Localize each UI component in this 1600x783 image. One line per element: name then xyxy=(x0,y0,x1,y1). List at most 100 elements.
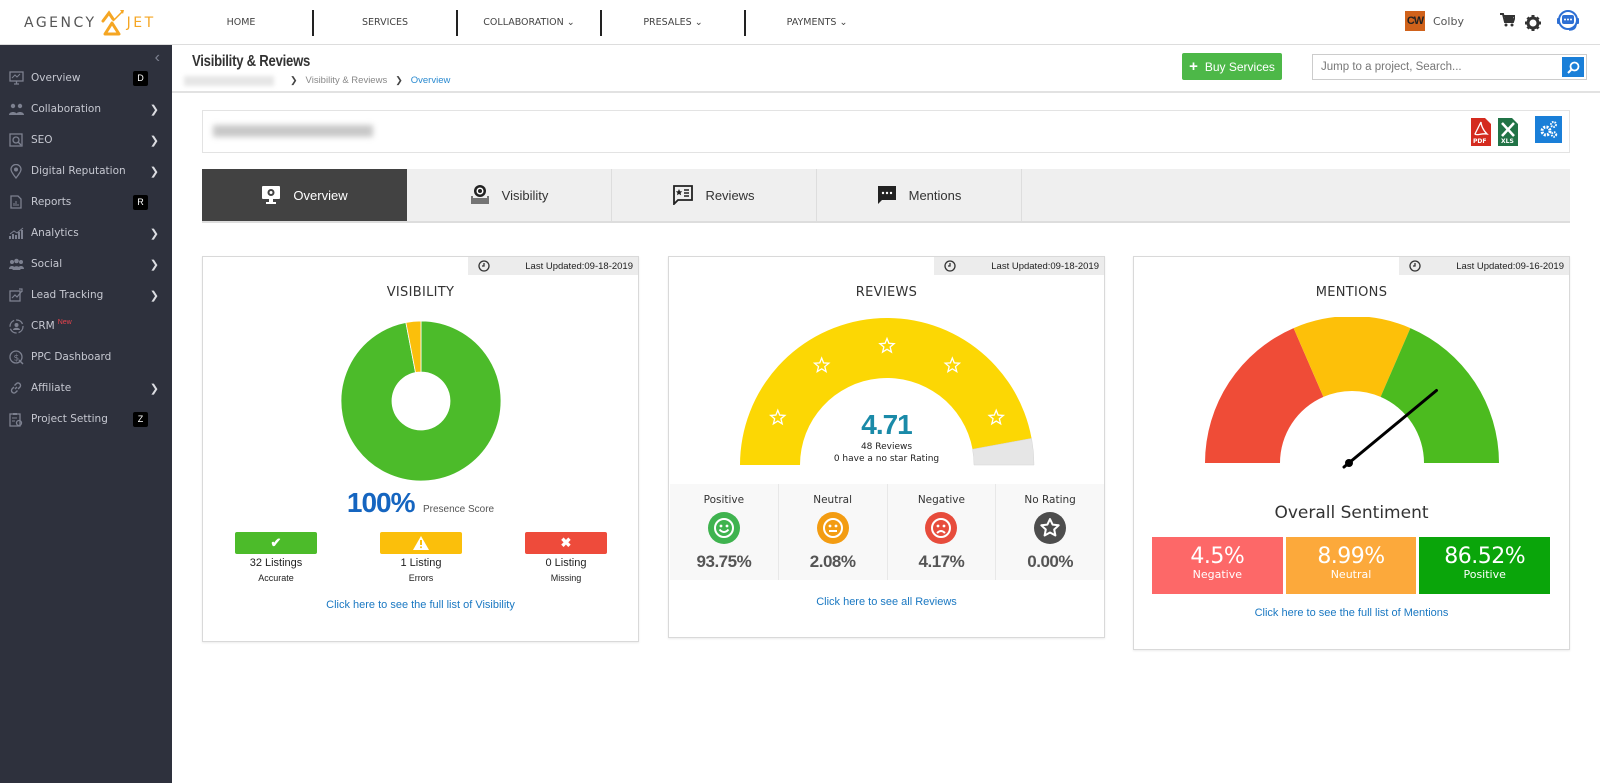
card-title: MENTIONS xyxy=(1315,285,1388,300)
average-rating: 4.71 xyxy=(861,409,913,440)
project-name-redacted xyxy=(213,125,373,137)
settings-gears-button[interactable] xyxy=(1535,116,1562,148)
presence-score-label: Presence Score xyxy=(422,504,495,515)
breadcrumb-visibility-reviews[interactable]: Visibility & Reviews xyxy=(306,75,388,86)
shortcut-badge: Z xyxy=(133,411,148,427)
nav-payments[interactable]: PAYMENTS ⌄ xyxy=(746,17,888,28)
sidebar-item-label: Analytics xyxy=(31,227,79,239)
ppc-dollar-icon: $ xyxy=(8,349,24,365)
no-star-count: 0 have a no star Rating xyxy=(833,454,940,464)
sidebar-item-digital-reputation[interactable]: Digital Reputation ❯ xyxy=(0,156,172,186)
sidebar-item-seo[interactable]: SEO ❯ xyxy=(0,125,172,155)
crm-icon xyxy=(8,318,24,334)
sidebar-item-ppc-dashboard[interactable]: $ PPC Dashboard xyxy=(0,342,172,372)
sidebar-item-label: Digital Reputation xyxy=(31,165,126,177)
sidebar-item-label: Project Setting xyxy=(31,413,108,425)
logo-text-right: JET xyxy=(126,15,156,31)
all-reviews-link[interactable]: Click here to see all Reviews xyxy=(669,596,1104,608)
reviews-card: Last Updated:09-18-2019 REVIEWS 4.71 48 … xyxy=(668,256,1105,638)
stat-errors: 1 Listing Errors xyxy=(380,532,462,583)
pdf-export-icon[interactable]: PDF xyxy=(1471,118,1491,151)
sidebar-item-reports[interactable]: Reports R xyxy=(0,187,172,217)
nav-home[interactable]: HOME xyxy=(170,17,312,28)
sidebar-item-project-setting[interactable]: Project Setting Z xyxy=(0,404,172,434)
stat-count: 32 Listings xyxy=(249,557,303,569)
sidebar-item-overview[interactable]: Overview D xyxy=(0,63,172,93)
chevron-right-icon: ❯ xyxy=(149,258,159,271)
presence-score: 100% Presence Score xyxy=(203,487,638,519)
overall-sentiment-title: Overall Sentiment xyxy=(1274,503,1429,523)
sidebar-item-lead-tracking[interactable]: Lead Tracking ❯ xyxy=(0,280,172,310)
nav-collaboration[interactable]: COLLABORATION ⌄ xyxy=(458,17,600,28)
buy-services-label: Buy Services xyxy=(1204,59,1275,74)
seo-search-icon xyxy=(8,132,24,148)
gears-icon xyxy=(1535,116,1562,143)
sidebar-item-label: PPC Dashboard xyxy=(31,351,112,363)
breakdown-label: No Rating xyxy=(1024,494,1076,506)
monitor-icon xyxy=(8,70,24,86)
breakdown-positive: Positive 93.75% xyxy=(670,484,779,580)
buy-services-button[interactable]: + Buy Services xyxy=(1182,53,1282,80)
search-input[interactable] xyxy=(1313,55,1548,79)
breadcrumb-project-redacted[interactable] xyxy=(184,75,274,86)
sidebar-item-affiliate[interactable]: Affiliate ❯ xyxy=(0,373,172,403)
breakdown-value: 0.00% xyxy=(1027,552,1073,571)
gear-icon[interactable] xyxy=(1525,15,1541,36)
breadcrumb-overview[interactable]: Overview xyxy=(411,75,451,86)
tab-overview[interactable]: Overview xyxy=(202,169,407,221)
clock-icon xyxy=(944,260,956,272)
card-title: VISIBILITY xyxy=(386,285,455,300)
breakdown-value: 93.75% xyxy=(696,552,752,571)
stat-count: 0 Listing xyxy=(545,557,587,569)
card-title: REVIEWS xyxy=(855,285,918,300)
shortcut-badge: D xyxy=(133,70,148,86)
sidebar-item-social[interactable]: Social ❯ xyxy=(0,249,172,279)
breadcrumb-separator-icon: ❯ xyxy=(290,75,298,85)
sidebar-item-label: Overview xyxy=(31,72,81,84)
nav-services[interactable]: SERVICES xyxy=(314,17,456,28)
chevron-right-icon: ❯ xyxy=(149,227,159,240)
nav-presales[interactable]: PRESALES ⌄ xyxy=(602,17,744,28)
warning-icon xyxy=(380,532,462,554)
breadcrumb-separator-icon: ❯ xyxy=(395,75,403,85)
tab-reviews[interactable]: Reviews xyxy=(612,169,817,221)
shortcut-badge: R xyxy=(133,194,148,210)
last-updated-text: Last Updated:09-16-2019 xyxy=(1456,260,1564,272)
chat-bubble-icon xyxy=(877,185,897,205)
breakdown-no-rating: No Rating 0.00% xyxy=(996,484,1104,580)
support-headset-icon[interactable] xyxy=(1556,9,1580,38)
mentions-full-list-link[interactable]: Click here to see the full list of Menti… xyxy=(1134,607,1569,619)
avatar[interactable]: CW xyxy=(1405,11,1425,31)
stat-label: Missing xyxy=(550,573,582,583)
review-breakdown: Positive 93.75% Neutral 2.08% Negative 4… xyxy=(670,484,1104,580)
sidebar-item-collaboration[interactable]: Collaboration ❯ xyxy=(0,94,172,124)
check-icon: ✔ xyxy=(235,532,317,554)
tab-mentions[interactable]: Mentions xyxy=(817,169,1022,221)
tab-visibility[interactable]: Visibility xyxy=(407,169,612,221)
review-count: 48 Reviews xyxy=(860,442,913,452)
sentiment-label: Positive xyxy=(1463,568,1506,581)
sidebar: ‹ Overview D Collaboration ❯ SEO ❯ Digit… xyxy=(0,45,172,783)
sidebar-item-crm[interactable]: CRM New xyxy=(0,311,172,341)
sidebar-item-analytics[interactable]: Analytics ❯ xyxy=(0,218,172,248)
social-icon xyxy=(8,256,24,272)
user-name[interactable]: Colby xyxy=(1433,15,1464,28)
logo[interactable]: AGENCY JET xyxy=(24,8,156,38)
cart-icon[interactable] xyxy=(1500,13,1517,32)
search-button[interactable] xyxy=(1562,57,1584,77)
monitor-eye-icon xyxy=(261,185,281,205)
link-icon xyxy=(8,380,24,396)
breakdown-label: Positive xyxy=(703,494,745,506)
sentiment-value: 4.5% xyxy=(1190,544,1245,569)
stat-label: Accurate xyxy=(258,573,294,583)
mentions-sentiment-gauge xyxy=(1205,317,1499,469)
visibility-full-list-link[interactable]: Click here to see the full list of Visib… xyxy=(203,599,638,611)
smile-icon xyxy=(707,512,740,544)
report-icon xyxy=(8,194,24,210)
star-icon xyxy=(1034,512,1067,544)
xls-export-icon[interactable]: XLS xyxy=(1498,118,1518,151)
breakdown-neutral: Neutral 2.08% xyxy=(779,484,888,580)
user-menu[interactable]: CW Colby xyxy=(1405,11,1464,31)
svg-text:XLS: XLS xyxy=(1501,138,1514,145)
main-nav: HOME SERVICES COLLABORATION ⌄ PRESALES ⌄… xyxy=(170,0,888,45)
